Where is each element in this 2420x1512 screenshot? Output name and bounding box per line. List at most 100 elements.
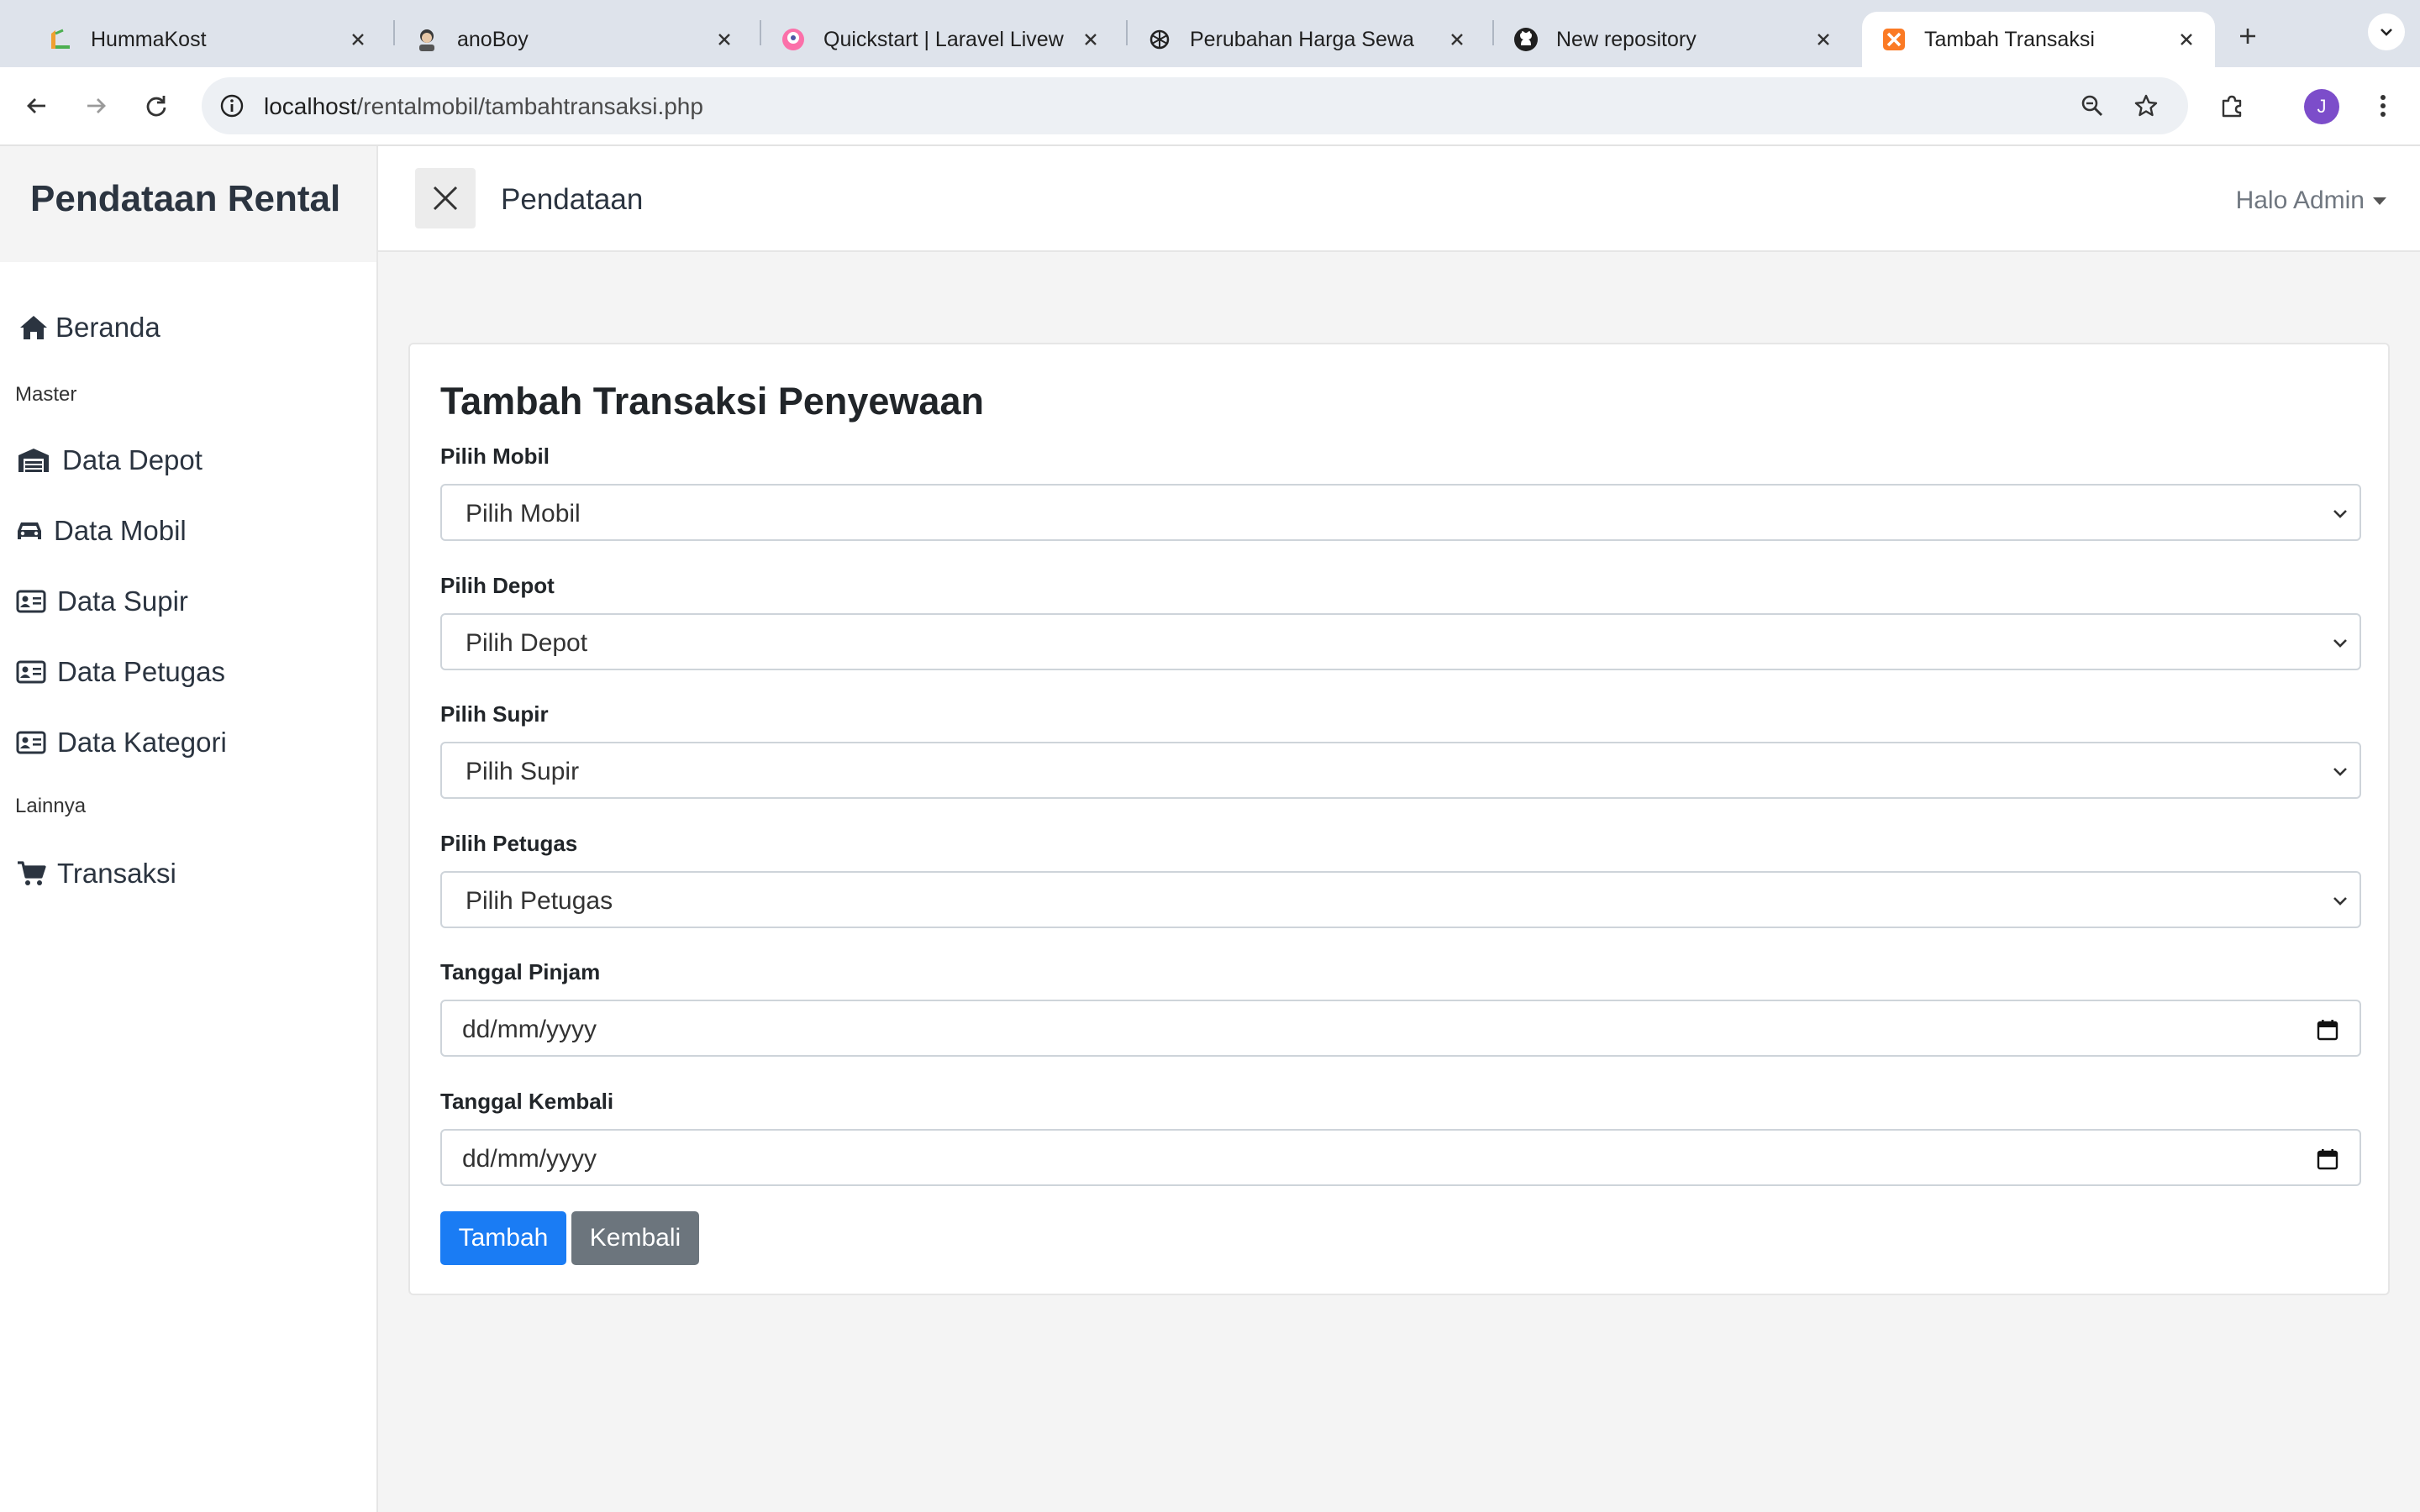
sidebar-item-data-mobil[interactable]: Data Mobil (15, 507, 187, 554)
select-depot[interactable]: Pilih Depot (440, 613, 2361, 670)
sidebar-toggle-button[interactable] (415, 168, 476, 228)
calendar-icon[interactable] (2314, 1016, 2341, 1043)
browser-tab-tambah-transaksi[interactable]: Tambah Transaksi (1862, 12, 2215, 67)
browser-tab-livewire[interactable]: Quickstart | Laravel Livew (761, 12, 1119, 67)
car-icon (15, 512, 44, 549)
browser-menu-button[interactable] (2365, 87, 2402, 124)
forward-button[interactable] (76, 86, 116, 126)
close-icon[interactable] (1810, 26, 1837, 53)
url-path: /rentalmobil/tambahtransaksi.php (356, 93, 703, 119)
browser-tab-strip: HummaKost anoBoy Quickstart | Laravel Li… (0, 0, 2420, 67)
page-title: Tambah Transaksi Penyewaan (440, 380, 984, 423)
select-value: Pilih Mobil (466, 500, 581, 528)
tab-search-button[interactable] (2368, 13, 2405, 50)
sidebar-item-beranda[interactable]: Beranda (15, 304, 160, 351)
url-text: localhost/rentalmobil/tambahtransaksi.ph… (264, 93, 703, 120)
date-input-tanggal-pinjam[interactable]: dd/mm/yyyy (440, 1000, 2361, 1057)
tab-title: New repository (1556, 27, 1697, 51)
livewire-logo-icon (780, 26, 807, 53)
sidebar-item-label: Data Petugas (57, 656, 225, 687)
arrow-left-icon (27, 98, 45, 113)
field-label-tanggal-kembali: Tanggal Kembali (440, 1089, 614, 1114)
id-card-icon (15, 654, 47, 690)
id-card-icon (15, 583, 47, 620)
date-input-tanggal-kembali[interactable]: dd/mm/yyyy (440, 1129, 2361, 1186)
sidebar-item-label: Data Mobil (54, 515, 187, 546)
close-icon[interactable] (711, 26, 738, 53)
close-icon[interactable] (1077, 26, 1104, 53)
sidebar-item-data-supir[interactable]: Data Supir (15, 578, 188, 625)
close-icon[interactable] (1444, 26, 1470, 53)
form-card: Tambah Transaksi Penyewaan Pilih Mobil P… (408, 343, 2390, 1295)
browser-toolbar: localhost/rentalmobil/tambahtransaksi.ph… (0, 67, 2420, 146)
chevron-down-icon (2328, 630, 2353, 655)
reload-icon (146, 96, 166, 117)
address-bar[interactable]: localhost/rentalmobil/tambahtransaksi.ph… (202, 77, 2188, 134)
calendar-icon[interactable] (2314, 1146, 2341, 1173)
close-icon[interactable] (345, 26, 371, 53)
field-label-depot: Pilih Depot (440, 573, 555, 598)
site-info-icon[interactable] (215, 89, 249, 123)
sidebar-item-label: Beranda (55, 312, 160, 343)
tambah-button[interactable]: Tambah (440, 1211, 566, 1265)
browser-tab-hummakost[interactable]: HummaKost (29, 12, 387, 67)
date-placeholder: dd/mm/yyyy (462, 1145, 597, 1173)
browser-tab-chatgpt[interactable]: Perubahan Harga Sewa (1128, 12, 1486, 67)
sidebar-heading-master: Master (15, 383, 77, 406)
kembali-button[interactable]: Kembali (571, 1211, 699, 1265)
zoom-icon[interactable] (2075, 89, 2109, 123)
new-tab-button[interactable] (2228, 17, 2267, 55)
chevron-down-icon (2328, 888, 2353, 913)
navbar-title: Pendataan (501, 183, 644, 216)
sidebar-item-label: Transaksi (57, 858, 176, 889)
profile-avatar[interactable]: J (2304, 89, 2339, 124)
select-value: Pilih Supir (466, 758, 580, 785)
sidebar-item-data-kategori[interactable]: Data Kategori (15, 719, 227, 766)
field-label-tanggal-pinjam: Tanggal Pinjam (440, 959, 601, 984)
arrow-right-icon (87, 98, 106, 113)
close-icon (433, 186, 458, 211)
shopping-cart-icon (15, 855, 47, 892)
user-dropdown[interactable]: Halo Admin (2236, 186, 2386, 215)
sidebar-item-label: Data Supir (57, 585, 188, 617)
xampp-logo-icon (1881, 26, 1907, 53)
anoboy-avatar-icon (413, 26, 440, 53)
sidebar-heading-lainnya: Lainnya (15, 795, 87, 817)
select-mobil[interactable]: Pilih Mobil (440, 484, 2361, 541)
plus-icon (2240, 29, 2255, 44)
browser-tab-anoboy[interactable]: anoBoy (395, 12, 753, 67)
puzzle-icon (2222, 95, 2242, 118)
sidebar: Pendataan Rental Beranda Master Data Dep… (0, 146, 378, 1512)
browser-tab-github[interactable]: New repository (1494, 12, 1852, 67)
sidebar-item-data-petugas[interactable]: Data Petugas (15, 648, 225, 696)
reload-button[interactable] (136, 86, 176, 126)
bookmark-star-icon[interactable] (2129, 89, 2163, 123)
tab-title: Quickstart | Laravel Livew (823, 27, 1064, 51)
openai-logo-icon (1146, 26, 1173, 53)
github-logo-icon (1512, 26, 1539, 53)
tab-title: Perubahan Harga Sewa (1190, 27, 1414, 51)
user-greeting: Halo Admin (2235, 186, 2365, 214)
select-supir[interactable]: Pilih Supir (440, 742, 2361, 799)
home-icon (15, 309, 52, 346)
warehouse-icon (15, 442, 52, 479)
chevron-down-icon (2328, 759, 2353, 784)
sidebar-item-label: Data Depot (62, 444, 203, 475)
tab-title: anoBoy (457, 27, 529, 51)
brand-title[interactable]: Pendataan Rental (30, 178, 340, 220)
sidebar-item-label: Data Kategori (57, 727, 227, 758)
field-label-supir: Pilih Supir (440, 701, 549, 727)
caret-down-icon (2373, 197, 2386, 205)
kebab-menu-icon (2381, 95, 2386, 117)
close-icon[interactable] (2173, 26, 2200, 53)
extensions-button[interactable] (2213, 87, 2250, 124)
select-value: Pilih Depot (466, 629, 588, 657)
sidebar-item-transaksi[interactable]: Transaksi (15, 850, 176, 897)
url-host: localhost (264, 93, 357, 119)
select-petugas[interactable]: Pilih Petugas (440, 871, 2361, 928)
top-navbar: Pendataan Halo Admin (378, 146, 2420, 252)
sidebar-item-data-depot[interactable]: Data Depot (15, 437, 203, 484)
date-placeholder: dd/mm/yyyy (462, 1016, 597, 1043)
back-button[interactable] (17, 86, 57, 126)
id-card-icon (15, 724, 47, 761)
